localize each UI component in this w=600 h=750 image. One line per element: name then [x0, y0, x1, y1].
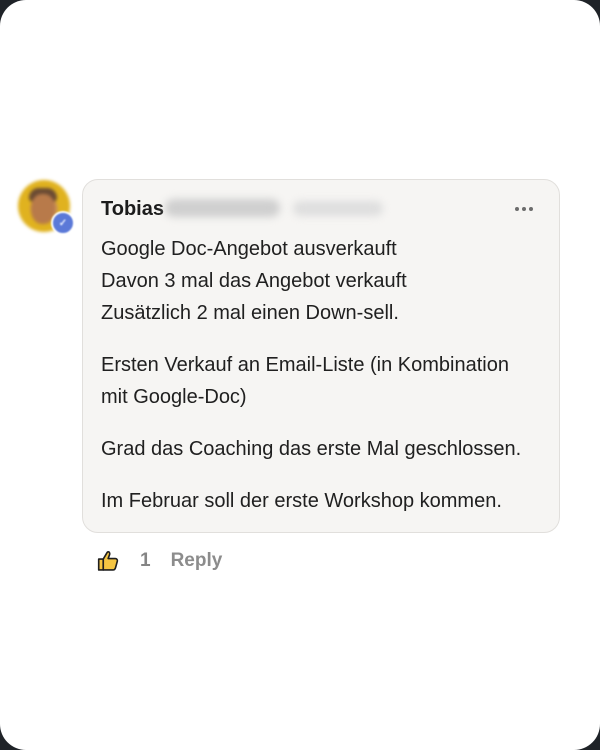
comment-paragraph-2: Ersten Verkauf an Email-Liste (in Kombin…	[101, 354, 509, 408]
comment-paragraph-1: Google Doc-Angebot ausverkauft Davon 3 m…	[101, 238, 407, 324]
more-horizontal-icon-dot-2	[522, 207, 526, 211]
more-options-button[interactable]	[509, 198, 539, 220]
comment-card: ✓ Tobias Google Doc-Angebot ausverkauft …	[0, 0, 600, 750]
thumbs-up-icon[interactable]	[96, 548, 122, 574]
avatar-badge: ✓	[51, 211, 75, 235]
comment-paragraph-3: Grad das Coaching das erste Mal geschlos…	[101, 438, 522, 460]
comment-paragraph-4: Im Februar soll der erste Workshop komme…	[101, 490, 502, 512]
redacted-last-name	[165, 199, 280, 217]
comment-actions: 1 Reply	[96, 545, 222, 577]
more-horizontal-icon-dot-3	[529, 207, 533, 211]
author-name[interactable]: Tobias	[101, 198, 164, 221]
more-horizontal-icon-dot-1	[515, 207, 519, 211]
like-count: 1	[140, 550, 151, 571]
reply-button[interactable]: Reply	[171, 550, 223, 572]
comment-bubble: Tobias Google Doc-Angebot ausverkauft Da…	[82, 179, 560, 533]
comment-body: Google Doc-Angebot ausverkauft Davon 3 m…	[101, 233, 553, 517]
redacted-timestamp	[293, 201, 383, 216]
